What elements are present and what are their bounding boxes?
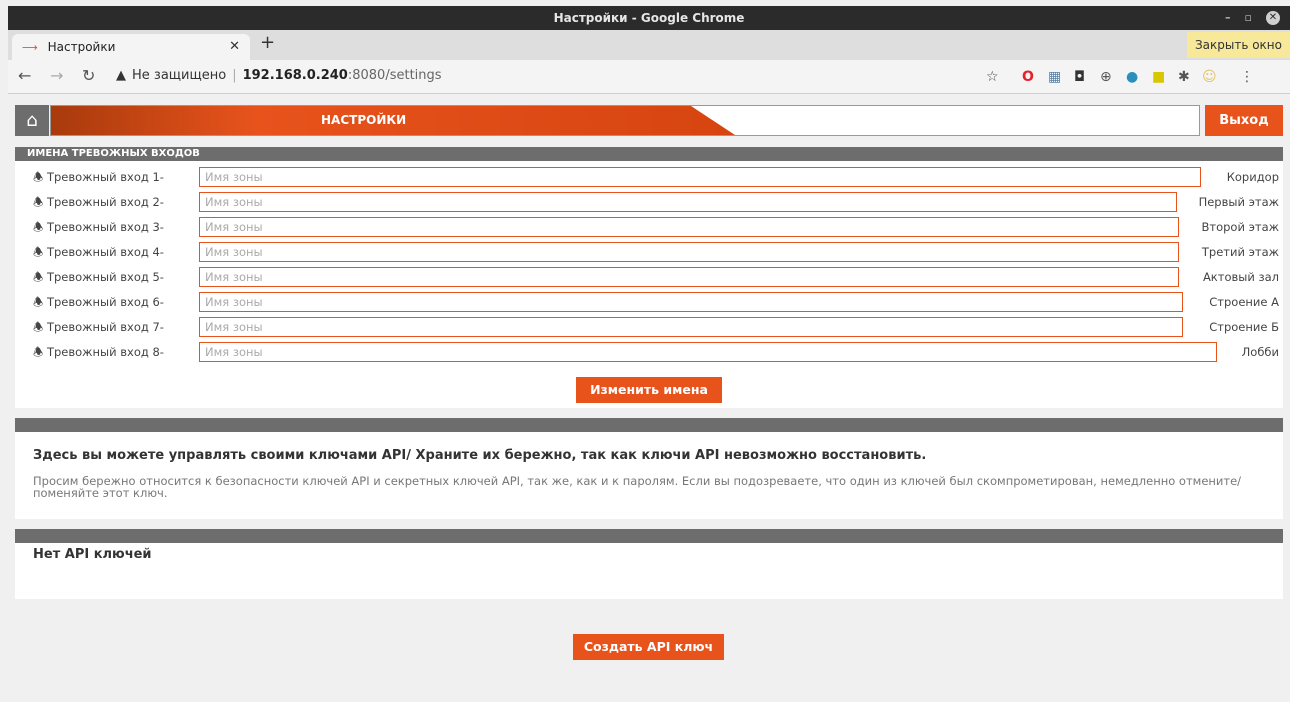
- puzzle-icon[interactable]: ✱: [1178, 68, 1190, 86]
- minimize-icon[interactable]: –: [1225, 6, 1231, 30]
- menu-icon[interactable]: ⋮: [1240, 68, 1254, 86]
- zone-row-4: 🕭 Тревожный вход 4- Третий этаж: [15, 242, 1283, 263]
- address-bar[interactable]: ▲ Не защищено | 192.168.0.240:8080/settings: [116, 65, 442, 87]
- zone-current-name: Строение Б: [1209, 320, 1279, 334]
- zone-row-3: 🕭 Тревожный вход 3- Второй этаж: [15, 217, 1283, 238]
- top-bar: ⌂ НАСТРОЙКИ Выход: [15, 105, 1283, 136]
- page-content: ⌂ НАСТРОЙКИ Выход ИМЕНА ТРЕВОЖНЫХ ВХОДОВ…: [8, 94, 1290, 702]
- api-keys-heading-bar: [15, 529, 1283, 543]
- zone-name-input[interactable]: [199, 292, 1183, 312]
- zone-name-input[interactable]: [199, 267, 1179, 287]
- alarm-icon: 🕭: [33, 320, 44, 334]
- zone-label: 🕭 Тревожный вход 8-: [33, 345, 164, 359]
- zone-name-input[interactable]: [199, 192, 1177, 212]
- globe-extension-icon[interactable]: ⊕: [1100, 68, 1112, 86]
- rename-zones-button[interactable]: Изменить имена: [576, 377, 722, 403]
- zone-name-input[interactable]: [199, 242, 1179, 262]
- zone-row-8: 🕭 Тревожный вход 8- Лобби: [15, 342, 1283, 363]
- window-title: Настройки - Google Chrome: [553, 11, 745, 25]
- zone-label: 🕭 Тревожный вход 7-: [33, 320, 164, 334]
- zone-row-1: 🕭 Тревожный вход 1- Коридор: [15, 167, 1283, 188]
- yellow-extension-icon[interactable]: ■: [1152, 68, 1165, 86]
- alarm-icon: 🕭: [33, 220, 44, 234]
- zone-name-input[interactable]: [199, 167, 1201, 187]
- zone-current-name: Коридор: [1226, 170, 1279, 184]
- api-description: Просим бережно относится к безопасности …: [33, 474, 1242, 500]
- create-api-key-button[interactable]: Создать API ключ: [573, 634, 724, 660]
- zone-label: 🕭 Тревожный вход 3-: [33, 220, 164, 234]
- opera-extension-icon[interactable]: O: [1022, 68, 1034, 86]
- address-separator: |: [232, 68, 237, 83]
- alarm-icon: 🕭: [33, 170, 44, 184]
- zone-row-2: 🕭 Тревожный вход 2- Первый этаж: [15, 192, 1283, 213]
- bookmark-star-icon[interactable]: ☆: [986, 68, 999, 86]
- zone-name-input[interactable]: [199, 317, 1183, 337]
- api-info-panel: Здесь вы можете управлять своими ключами…: [15, 418, 1283, 519]
- page-title: НАСТРОЙКИ: [321, 113, 407, 127]
- zone-label: 🕭 Тревожный вход 4-: [33, 245, 164, 259]
- avatar[interactable]: ☺: [1202, 68, 1217, 86]
- no-api-keys-text: Нет API ключей: [33, 547, 152, 562]
- zone-current-name: Строение А: [1209, 295, 1279, 309]
- alarm-icon: 🕭: [33, 270, 44, 284]
- tab-settings[interactable]: ⟶ Настройки ✕: [12, 34, 250, 60]
- home-button[interactable]: ⌂: [15, 105, 49, 136]
- zone-label: 🕭 Тревожный вход 5-: [33, 270, 164, 284]
- earth-extension-icon[interactable]: ●: [1126, 68, 1138, 86]
- api-info-heading-bar: [15, 418, 1283, 432]
- title-strip: НАСТРОЙКИ: [50, 105, 1200, 136]
- warning-icon: ▲: [116, 68, 126, 83]
- zone-row-6: 🕭 Тревожный вход 6- Строение А: [15, 292, 1283, 313]
- zone-name-input[interactable]: [199, 217, 1179, 237]
- api-heading: Здесь вы можете управлять своими ключами…: [33, 448, 927, 463]
- address-host: 192.168.0.240: [242, 68, 348, 83]
- zone-label: 🕭 Тревожный вход 2-: [33, 195, 164, 209]
- security-label: Не защищено: [132, 68, 227, 83]
- zone-label: 🕭 Тревожный вход 6-: [33, 295, 164, 309]
- zone-row-7: 🕭 Тревожный вход 7- Строение Б: [15, 317, 1283, 338]
- maximize-icon[interactable]: ▫: [1245, 6, 1252, 30]
- zone-current-name: Первый этаж: [1198, 195, 1279, 209]
- logout-button[interactable]: Выход: [1205, 105, 1283, 136]
- window-titlebar: Настройки - Google Chrome – ▫ ✕: [8, 6, 1290, 30]
- title-gradient-banner: [51, 106, 735, 135]
- tab-label: Настройки: [47, 40, 116, 54]
- zones-panel: ИМЕНА ТРЕВОЖНЫХ ВХОДОВ 🕭 Тревожный вход …: [15, 147, 1283, 408]
- screenshot-extension-icon[interactable]: ◘: [1074, 68, 1085, 86]
- alarm-icon: 🕭: [33, 245, 44, 259]
- zones-heading: ИМЕНА ТРЕВОЖНЫХ ВХОДОВ: [15, 147, 1283, 161]
- close-window-button[interactable]: Закрыть окно: [1186, 32, 1290, 58]
- forward-icon[interactable]: →: [50, 66, 63, 85]
- close-icon[interactable]: ✕: [1266, 11, 1280, 25]
- back-icon[interactable]: ←: [18, 66, 31, 85]
- orange-arrow-icon: ⟶: [22, 41, 38, 54]
- browser-toolbar: ← → ↻ ▲ Не защищено | 192.168.0.240:8080/se…: [8, 60, 1290, 94]
- zone-row-5: 🕭 Тревожный вход 5- Актовый зал: [15, 267, 1283, 288]
- reload-icon[interactable]: ↻: [82, 66, 95, 85]
- window-controls: – ▫ ✕: [1225, 6, 1280, 30]
- tab-strip: ⟶ Настройки ✕ + Закрыть окно: [8, 30, 1290, 60]
- calendar-extension-icon[interactable]: ▦: [1048, 68, 1061, 86]
- zone-label: 🕭 Тревожный вход 1-: [33, 170, 164, 184]
- zone-current-name: Второй этаж: [1201, 220, 1279, 234]
- api-keys-panel: Нет API ключей: [15, 529, 1283, 599]
- home-icon: ⌂: [26, 110, 38, 131]
- zone-name-input[interactable]: [199, 342, 1217, 362]
- alarm-icon: 🕭: [33, 345, 44, 359]
- alarm-icon: 🕭: [33, 295, 44, 309]
- zone-current-name: Третий этаж: [1201, 245, 1279, 259]
- address-path: :8080/settings: [347, 68, 442, 83]
- alarm-icon: 🕭: [33, 195, 44, 209]
- new-tab-icon[interactable]: +: [260, 32, 275, 53]
- zone-current-name: Актовый зал: [1202, 270, 1279, 284]
- tab-close-icon[interactable]: ✕: [229, 34, 240, 60]
- zone-current-name: Лобби: [1241, 345, 1279, 359]
